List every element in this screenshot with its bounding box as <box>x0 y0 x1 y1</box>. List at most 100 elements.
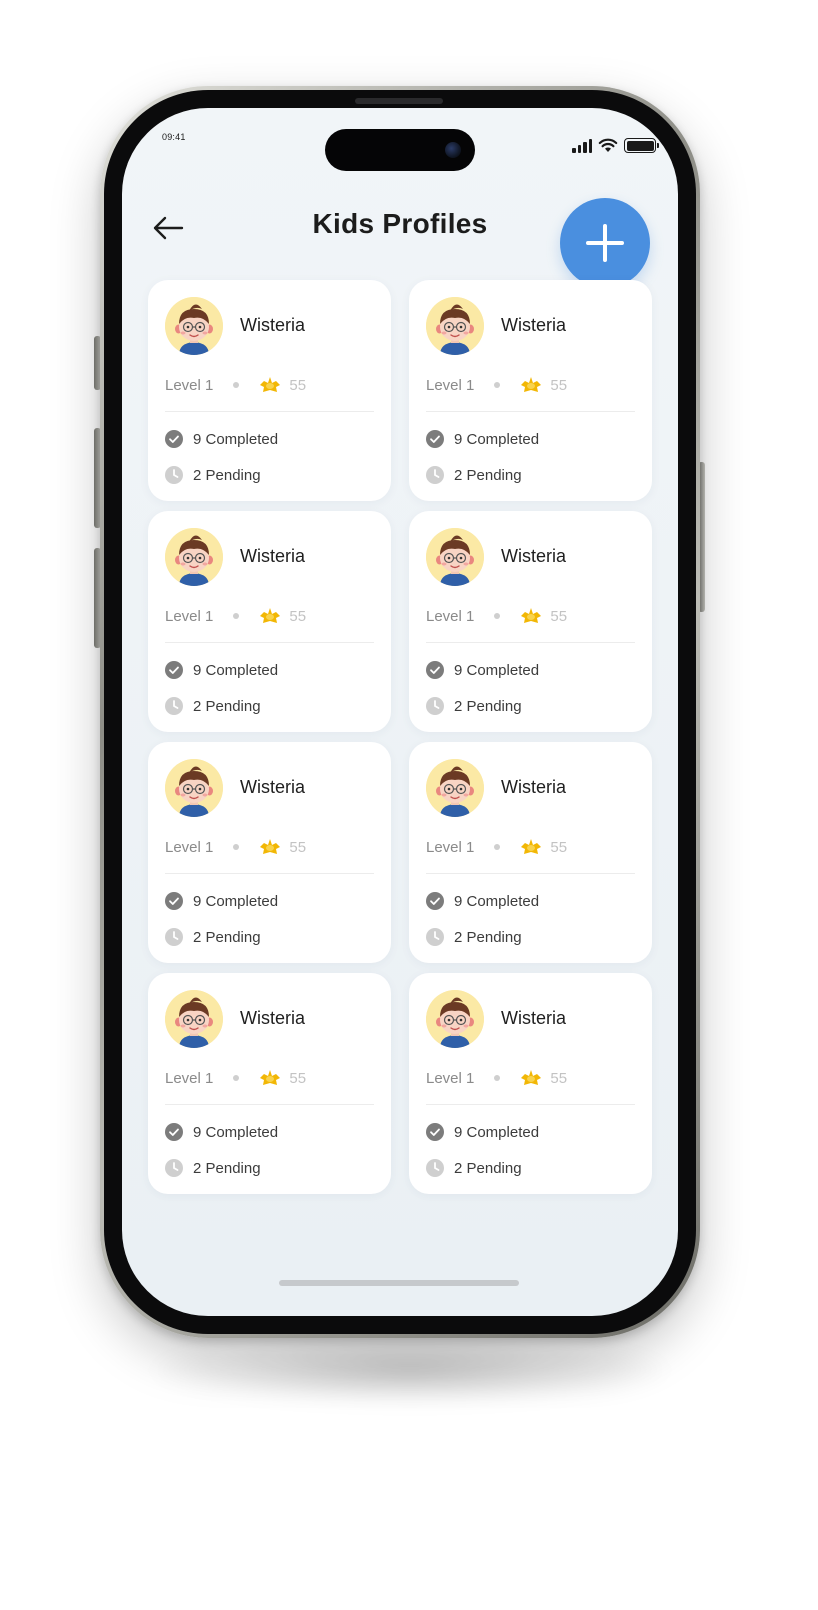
level-label: Level 1 <box>165 1069 214 1087</box>
clock-icon <box>165 928 183 946</box>
profile-card[interactable]: Wisteria Level 1 55 9 Completed 2 Pendin… <box>409 973 652 1194</box>
level-row: Level 1 55 <box>426 375 567 395</box>
profile-card[interactable]: Wisteria Level 1 55 9 Completed 2 Pendin… <box>409 511 652 732</box>
kid-avatar-icon <box>426 990 484 1048</box>
divider <box>426 411 635 412</box>
pending-count: 2 Pending <box>454 1159 522 1177</box>
pending-row: 2 Pending <box>426 466 522 484</box>
coin-count: 55 <box>550 838 568 856</box>
kid-name: Wisteria <box>240 546 306 566</box>
pending-count: 2 Pending <box>193 928 261 946</box>
level-row: Level 1 55 <box>165 837 306 857</box>
pending-count: 2 Pending <box>454 466 522 484</box>
kid-avatar-icon <box>165 759 223 817</box>
separator-dot <box>494 844 501 850</box>
dynamic-island <box>325 129 475 171</box>
level-row: Level 1 55 <box>426 606 567 626</box>
kid-name: Wisteria <box>501 1008 567 1028</box>
profile-card[interactable]: Wisteria Level 1 55 9 Completed 2 Pendin… <box>148 511 391 732</box>
avatar <box>426 759 484 817</box>
status-icons <box>572 138 659 153</box>
check-circle-icon <box>426 1123 444 1141</box>
profile-card[interactable]: Wisteria Level 1 55 9 Completed 2 Pendin… <box>409 280 652 501</box>
plus-icon <box>586 224 624 262</box>
camera-lens <box>445 142 461 158</box>
divider <box>165 642 374 643</box>
kid-name: Wisteria <box>501 777 567 797</box>
kid-name: Wisteria <box>501 315 567 335</box>
level-label: Level 1 <box>165 376 214 394</box>
kid-avatar-icon <box>426 759 484 817</box>
completed-count: 9 Completed <box>454 661 540 679</box>
avatar <box>165 759 223 817</box>
completed-row: 9 Completed <box>165 892 278 910</box>
completed-row: 9 Completed <box>165 430 278 448</box>
level-label: Level 1 <box>426 607 475 625</box>
pending-row: 2 Pending <box>165 466 261 484</box>
profile-grid: Wisteria Level 1 55 9 Completed 2 Pendin… <box>148 280 652 1194</box>
kid-avatar-icon <box>165 990 223 1048</box>
coin-icon <box>519 606 543 626</box>
kid-name: Wisteria <box>240 1008 306 1028</box>
level-row: Level 1 55 <box>165 1068 306 1088</box>
level-label: Level 1 <box>426 838 475 856</box>
clock-icon <box>426 697 444 715</box>
level-label: Level 1 <box>165 838 214 856</box>
level-label: Level 1 <box>426 1069 475 1087</box>
coin-icon <box>519 837 543 857</box>
check-circle-icon <box>426 661 444 679</box>
kid-name: Wisteria <box>240 315 306 335</box>
clock-icon <box>165 466 183 484</box>
add-profile-button[interactable] <box>560 198 650 288</box>
separator-dot <box>233 382 240 388</box>
pending-row: 2 Pending <box>165 928 261 946</box>
avatar <box>165 990 223 1048</box>
separator-dot <box>233 1075 240 1081</box>
separator-dot <box>233 844 240 850</box>
avatar <box>426 990 484 1048</box>
pending-row: 2 Pending <box>426 697 522 715</box>
check-circle-icon <box>426 430 444 448</box>
level-row: Level 1 55 <box>165 375 306 395</box>
level-row: Level 1 55 <box>426 837 567 857</box>
level-row: Level 1 55 <box>426 1068 567 1088</box>
clock-icon <box>426 928 444 946</box>
wifi-icon <box>598 138 618 152</box>
pending-row: 2 Pending <box>165 697 261 715</box>
battery-icon <box>624 138 659 153</box>
coin-icon <box>519 1068 543 1088</box>
clock-icon <box>165 697 183 715</box>
status-time: 09:41 <box>162 132 186 142</box>
earpiece-speaker <box>355 98 443 104</box>
kid-avatar-icon <box>426 297 484 355</box>
completed-row: 9 Completed <box>426 1123 539 1141</box>
clock-icon <box>165 1159 183 1177</box>
pending-count: 2 Pending <box>193 466 261 484</box>
kid-avatar-icon <box>426 528 484 586</box>
profile-card[interactable]: Wisteria Level 1 55 9 Completed 2 Pendin… <box>409 742 652 963</box>
divider <box>426 1104 635 1105</box>
profile-card[interactable]: Wisteria Level 1 55 9 Completed 2 Pendin… <box>148 280 391 501</box>
avatar <box>426 297 484 355</box>
profile-card[interactable]: Wisteria Level 1 55 9 Completed 2 Pendin… <box>148 973 391 1194</box>
completed-count: 9 Completed <box>193 1123 279 1141</box>
home-indicator[interactable] <box>279 1280 519 1286</box>
completed-count: 9 Completed <box>454 892 540 910</box>
divider <box>165 873 374 874</box>
pending-row: 2 Pending <box>426 1159 522 1177</box>
completed-row: 9 Completed <box>165 1123 278 1141</box>
coin-count: 55 <box>550 1069 568 1087</box>
coin-count: 55 <box>550 607 568 625</box>
coin-icon <box>258 375 282 395</box>
coin-icon <box>519 375 543 395</box>
divider <box>426 642 635 643</box>
profile-card[interactable]: Wisteria Level 1 55 9 Completed 2 Pendin… <box>148 742 391 963</box>
pending-count: 2 Pending <box>193 1159 261 1177</box>
level-label: Level 1 <box>165 607 214 625</box>
separator-dot <box>494 382 501 388</box>
separator-dot <box>494 1075 501 1081</box>
pending-count: 2 Pending <box>193 697 261 715</box>
kid-avatar-icon <box>165 297 223 355</box>
completed-row: 9 Completed <box>426 661 539 679</box>
coin-count: 55 <box>289 376 307 394</box>
